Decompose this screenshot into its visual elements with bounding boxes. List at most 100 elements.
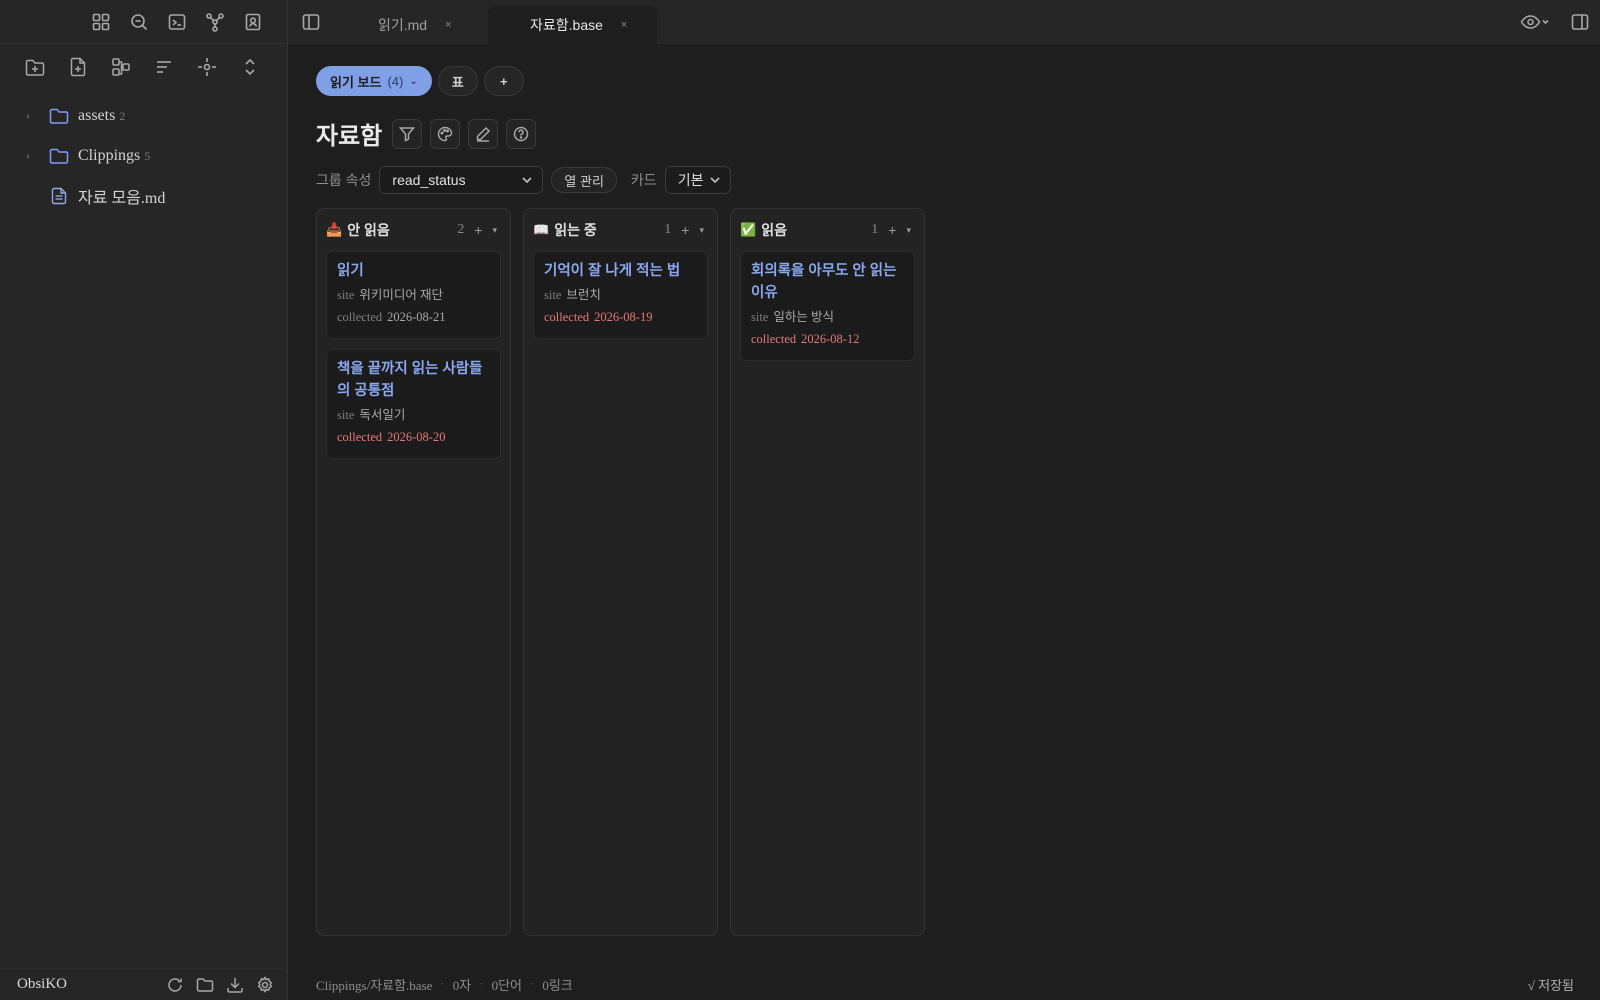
help-button[interactable] <box>506 118 537 149</box>
board-card[interactable]: 책을 끝까지 읽는 사람들의 공통점 site 독서일기 collected 202… <box>326 349 501 459</box>
prop-key: collected <box>337 310 383 324</box>
tree-folder-clippings[interactable]: › Clippings 5 <box>0 136 287 176</box>
new-folder-icon[interactable] <box>22 54 48 80</box>
tab-reading-md[interactable]: 읽기.md × <box>378 6 452 44</box>
base-view: 읽기 보드 (4) ⌄ 표 + 자료함 그룹 속성 read_status 열 … <box>288 44 1600 968</box>
card-prop-site: site 브런치 <box>544 284 697 306</box>
sync-icon[interactable] <box>164 974 186 996</box>
search-icon[interactable] <box>126 9 152 35</box>
reading-view-icon[interactable] <box>1520 9 1550 35</box>
chevron-right-icon[interactable]: › <box>26 150 44 162</box>
board-column-reading: 📖 읽는 중 1 + ▾ 기억이 잘 나게 적는 법 site 브런치 colle… <box>523 208 718 936</box>
tree-item-label: assets <box>78 107 116 124</box>
chevron-right-icon[interactable]: › <box>26 110 44 122</box>
column-menu-button[interactable]: ▾ <box>699 225 704 236</box>
folder-icon <box>48 147 70 165</box>
settings-icon[interactable] <box>254 974 276 996</box>
card-title[interactable]: 읽기 <box>337 260 490 282</box>
separator: · <box>530 976 535 991</box>
tree-folder-assets[interactable]: › assets 2 <box>0 96 287 136</box>
prop-key: site <box>337 408 355 422</box>
download-icon[interactable] <box>224 974 246 996</box>
board-column-read: ✅ 읽음 1 + ▾ 회의록을 아무도 안 읽는 이유 site 일하는 방식 c… <box>730 208 925 936</box>
contacts-icon[interactable] <box>240 9 266 35</box>
status-word-count: 0단어 <box>491 977 522 993</box>
column-header: 📖 읽는 중 1 + ▾ <box>533 209 708 251</box>
status-link-count: 0링크 <box>542 977 573 993</box>
close-icon[interactable]: × <box>621 19 627 31</box>
tree-item-count: 2 <box>119 108 126 123</box>
column-count: 1 <box>664 222 672 237</box>
card-title[interactable]: 회의록을 아무도 안 읽는 이유 <box>751 260 904 304</box>
folder-open-icon[interactable] <box>194 974 216 996</box>
chevron-down-icon <box>708 173 722 190</box>
card-title[interactable]: 기억이 잘 나게 적는 법 <box>544 260 697 282</box>
status-char-count: 0자 <box>452 977 472 993</box>
canvas-icon[interactable] <box>108 54 134 80</box>
sidebar-ribbon <box>0 0 287 44</box>
view-pill-reading-board[interactable]: 읽기 보드 (4) ⌄ <box>316 66 432 96</box>
tab-collection-base[interactable]: 자료함.base × <box>488 6 658 44</box>
card-style-select[interactable]: 기본 <box>664 166 731 194</box>
folder-icon <box>48 107 70 125</box>
graph-icon[interactable] <box>202 9 228 35</box>
prop-key: site <box>751 310 769 324</box>
prop-value: 2026-08-12 <box>801 332 860 346</box>
column-header: ✅ 읽음 1 + ▾ <box>740 209 915 251</box>
group-property-value: read_status <box>392 172 466 188</box>
palette-icon <box>437 126 453 142</box>
column-header: 📥 안 읽음 2 + ▾ <box>326 209 501 251</box>
right-sidebar-toggle-icon[interactable] <box>1570 9 1590 35</box>
tab-label: 읽기.md <box>378 17 428 33</box>
manage-columns-button[interactable]: 열 관리 <box>551 167 617 193</box>
status-bar: Clippings/자료함.base · 0자 · 0단어 · 0링크 √ 저장… <box>288 968 1600 1000</box>
card-style-value: 기본 <box>677 172 704 188</box>
board-card[interactable]: 기억이 잘 나게 적는 법 site 브런치 collected 2026-08-1… <box>533 251 708 339</box>
board-card[interactable]: 읽기 site 위키미디어 재단 collected 2026-08-21 <box>326 251 501 339</box>
dashboard-icon[interactable] <box>88 9 114 35</box>
column-menu-button[interactable]: ▾ <box>906 225 911 236</box>
check-icon: ✅ <box>740 222 757 237</box>
terminal-icon[interactable] <box>164 9 190 35</box>
new-note-icon[interactable] <box>65 54 91 80</box>
tab-label: 자료함.base <box>530 17 603 33</box>
column-menu-button[interactable]: ▾ <box>492 225 497 236</box>
collapse-icon[interactable] <box>237 54 263 80</box>
filter-icon <box>399 126 416 142</box>
prop-value: 2026-08-19 <box>594 310 653 324</box>
board-controls: 그룹 속성 read_status 열 관리 카드 기본 <box>316 166 731 194</box>
tab-bar: 읽기.md × 자료함.base × <box>288 0 1600 44</box>
view-table-button[interactable]: 표 <box>437 66 478 96</box>
card-title[interactable]: 책을 끝까지 읽는 사람들의 공통점 <box>337 358 490 402</box>
left-sidebar: › assets 2 › Clippings 5 자료 모음.md ObsiKO <box>0 0 288 1000</box>
add-card-button[interactable]: + <box>474 222 482 238</box>
status-file-path: Clippings/자료함.base <box>316 977 433 993</box>
board-card[interactable]: 회의록을 아무도 안 읽는 이유 site 일하는 방식 collected 202… <box>740 251 915 361</box>
view-label: 읽기 보드 <box>330 74 382 90</box>
sidebar-toggle-icon[interactable] <box>298 9 324 35</box>
tree-file-collection[interactable]: 자료 모음.md <box>0 176 287 216</box>
help-icon <box>513 126 529 142</box>
chevron-down-icon <box>520 173 534 190</box>
theme-button[interactable] <box>430 118 461 149</box>
file-explorer-actions <box>0 44 287 90</box>
inbox-icon: 📥 <box>326 222 343 237</box>
sort-icon[interactable] <box>151 54 177 80</box>
group-property-select[interactable]: read_status <box>379 166 544 194</box>
prop-key: collected <box>544 310 590 324</box>
prop-key: site <box>544 288 562 302</box>
group-property-label: 그룹 속성 <box>316 172 372 188</box>
add-card-button[interactable]: + <box>888 222 896 238</box>
edit-button[interactable] <box>468 118 499 149</box>
prop-key: collected <box>751 332 797 346</box>
vault-switcher[interactable]: ObsiKO <box>17 976 164 993</box>
add-card-button[interactable]: + <box>681 222 689 238</box>
filter-button[interactable] <box>392 118 423 149</box>
focus-icon[interactable] <box>194 54 220 80</box>
card-prop-collected: collected 2026-08-20 <box>337 426 490 448</box>
column-count: 1 <box>871 222 879 237</box>
add-view-button[interactable]: + <box>483 66 524 96</box>
tree-item-label: 자료 모음.md <box>78 190 166 207</box>
view-switcher: 읽기 보드 (4) ⌄ 표 + <box>316 66 524 96</box>
close-icon[interactable]: × <box>445 19 451 31</box>
